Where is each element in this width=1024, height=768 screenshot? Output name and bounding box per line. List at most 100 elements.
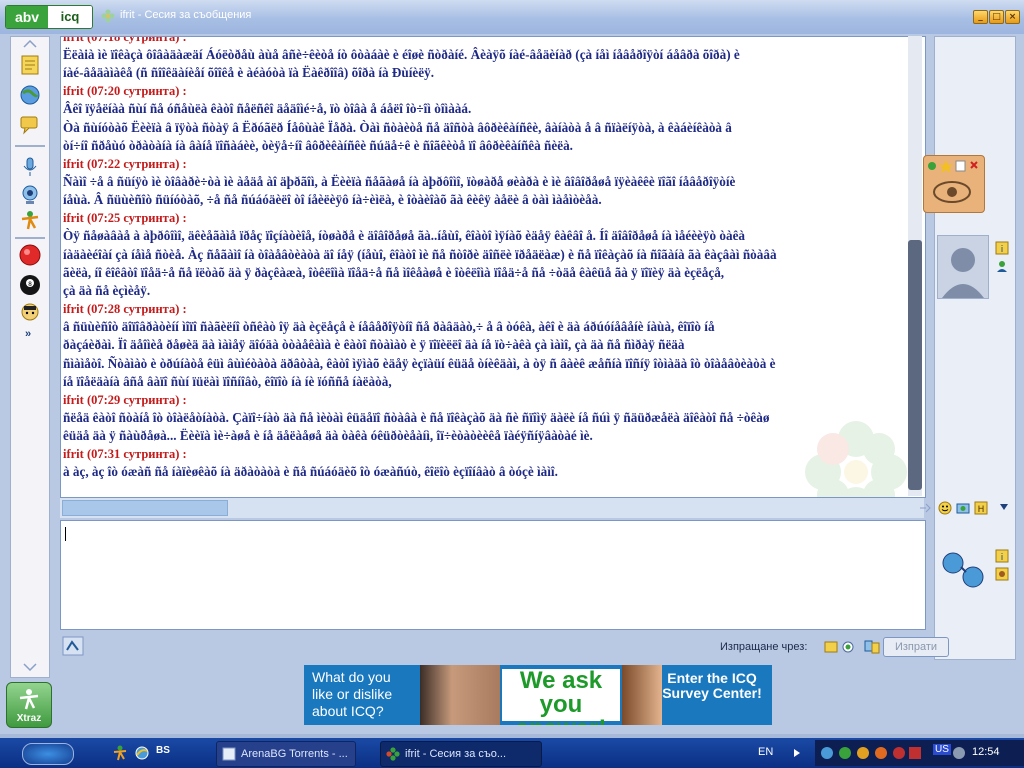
contact-panel: i i <box>923 36 1016 660</box>
glasses-avatar-icon <box>942 552 984 588</box>
webcam-icon[interactable] <box>18 183 42 207</box>
taskbar-item-arenabg[interactable]: ArenaBG Torrents - ... <box>216 741 356 767</box>
message-text-line: íåùà. Â ñüùèñîò ñüíóòàõ, ÷å ñå ñúáóäèëî … <box>63 192 602 208</box>
separator-icon <box>920 503 931 513</box>
message-history[interactable]: ifrit (07:18 сутринта) : Ëëàià ìè ïîêàçà … <box>60 36 926 498</box>
xtraz-status-card[interactable] <box>923 155 985 213</box>
message-list: ifrit (07:18 сутринта) : Ëëàià ìè ïîêàçà … <box>63 36 909 483</box>
send-icq-icon[interactable] <box>824 640 838 654</box>
start-button[interactable] <box>22 743 74 765</box>
eye-icon <box>933 181 971 203</box>
microphone-icon[interactable] <box>18 155 42 179</box>
message-text-line: Ëëàià ìè ïîêàçà ôîâàäàæäí Áóëòðåù àùå âñ… <box>63 47 740 62</box>
tray-language[interactable]: US <box>933 744 951 755</box>
xtraz-button[interactable]: Xtraz <box>6 682 52 728</box>
chat-message: ifrit (07:29 сутринта) : ñëåä êàòî ñòàíå … <box>63 392 909 445</box>
abv-icq-logo: abv icq <box>5 5 93 29</box>
banner-left-text: What do you like or dislike about ICQ? <box>312 669 393 719</box>
banner-right-text: Enter the ICQ Survey Center! <box>662 670 762 701</box>
chat-message: ifrit (07:20 сутринта) : Âêî ïÿåëíàà ñùí … <box>63 83 909 155</box>
chat-message: ifrit (07:25 сутринта) : Òÿ ñåøàâàå à àþð… <box>63 210 909 300</box>
icq-survey-banner[interactable]: What do you like or dislike about ICQ? W… <box>304 665 772 725</box>
send-file-icon[interactable] <box>956 501 970 515</box>
text-caret <box>65 527 66 541</box>
icq-flower-icon <box>386 747 400 761</box>
message-text-line: Ñàìî ÷å â ñüíÿò ìè òîâàðè÷òà ìè àåäå àî … <box>63 174 736 190</box>
icq-flower-icon <box>101 9 115 23</box>
scroll-up-icon[interactable] <box>23 40 37 48</box>
message-header: ifrit (07:22 сутринта) : <box>63 157 187 172</box>
message-text-line: íàé-âåäàìàêå (ñ ñîîêäàíèåí õîîêå è àéàóò… <box>63 65 435 81</box>
chat-message: ifrit (07:22 сутринта) : Ñàìî ÷å â ñüíÿò … <box>63 156 909 209</box>
xtraz-label: Xtraz <box>16 713 42 724</box>
icq-logo-text: icq <box>48 6 92 28</box>
message-text-line: íàäàèéîàí çà íåìå ñòèå. Àç ñåãàìî íà òîà… <box>63 246 777 262</box>
history-scroll-thumb[interactable] <box>908 240 922 490</box>
send-via-label: Изпращане чрез: <box>720 641 808 653</box>
message-header: ifrit (07:29 сутринта) : <box>63 393 187 408</box>
quicklaunch-xtraz-icon[interactable] <box>112 745 128 761</box>
input-toolbar: H <box>60 498 1008 518</box>
send-icq-radio[interactable] <box>842 641 854 653</box>
message-text-line: Òà ñùíóòàõ Ëèèïà â ïÿòà ñòàÿ â Ëðóãëð Íå… <box>63 119 732 135</box>
language-indicator[interactable]: EN <box>758 746 773 758</box>
taskbar-item-icq-chat[interactable]: ifrit - Сесия за съо... <box>380 741 542 767</box>
banner-middle-text: We ask you answer! <box>502 669 620 725</box>
title-bar[interactable]: abv icq ifrit - Сесия за съобщения _ □ × <box>0 0 1024 35</box>
message-text-line: íå ïîåëäàíà âñå âàïî ñùí ïüëàì ïîñíîâò, … <box>63 373 392 389</box>
message-text-line: êüäå äà ÿ ñàùðåøà... Ëèèïà ìè÷àøå è íå ä… <box>63 428 593 444</box>
browser-window-icon <box>222 747 236 761</box>
chat-message: ifrit (07:28 сутринта) : â ñüùèñîò äîïîâð… <box>63 301 909 391</box>
toolbar-divider <box>15 145 45 147</box>
message-text-line: ãèëà, íî êîêâòî ïîåä÷å ñå ïëòàõ äà ÿ ðàç… <box>63 264 725 280</box>
notes-icon[interactable] <box>18 53 42 77</box>
my-picture-icon[interactable] <box>995 567 1009 581</box>
send-options-row: Изпращане чрез: <box>60 632 934 660</box>
message-header: ifrit (07:18 сутринта) : <box>63 36 187 44</box>
contact-info-icon[interactable]: i <box>995 241 1009 255</box>
chevron-down-icon[interactable] <box>1000 504 1008 510</box>
quicklaunch-browser-icon[interactable] <box>134 745 150 761</box>
show-hidden-icons-icon[interactable] <box>794 749 800 757</box>
maximize-button[interactable]: □ <box>989 10 1004 24</box>
message-text-line: ñëåä êàòî ñòàíå îò òîàëåòíàòà. Çàïî÷íàò … <box>63 410 770 426</box>
smiley-icon[interactable] <box>938 501 952 515</box>
avatar-game-icon[interactable] <box>18 301 42 325</box>
globe-icon[interactable] <box>18 83 42 107</box>
message-text-line: Òÿ ñåøàâàå à àþðôîìî, äêèåãàìå ïðåç ïîçí… <box>63 228 746 244</box>
message-text-line: òí÷íî ñðåùó òðàòàíà íà âàíå ïîñàáèè, òèÿ… <box>63 137 573 153</box>
my-avatar[interactable] <box>937 545 987 595</box>
quicklaunch-bs[interactable]: BS <box>156 745 170 756</box>
chat-message: ifrit (07:18 сутринта) : Ëëàià ìè ïîêàçà … <box>63 36 909 82</box>
message-header: ifrit (07:25 сутринта) : <box>63 211 187 226</box>
avatar-silhouette-icon <box>942 248 984 298</box>
red-button-icon[interactable] <box>18 243 42 267</box>
message-text-line: ðàçáèðàì. Ïî äåîìèå ðåøèä äà ìàìåÿ äîóäà… <box>63 337 685 353</box>
close-button[interactable]: × <box>1005 10 1020 24</box>
xtraz-figure-icon[interactable] <box>18 209 42 233</box>
message-header: ifrit (07:20 сутринта) : <box>63 84 187 99</box>
chat-bubble-icon[interactable] <box>18 113 42 137</box>
taskbar: BS ArenaBG Torrents - ... ifrit - Сесия … <box>0 738 1024 768</box>
clock: 12:54 <box>972 746 1000 758</box>
contacts-toggle-icon[interactable] <box>62 636 84 656</box>
send-sms-icon[interactable] <box>864 640 880 654</box>
xtraz-icon <box>19 689 39 710</box>
scroll-down-icon[interactable] <box>23 663 37 671</box>
message-input[interactable] <box>60 520 926 630</box>
svg-text:i: i <box>1001 553 1004 563</box>
message-header: ifrit (07:28 сутринта) : <box>63 302 187 317</box>
my-info-icon[interactable]: i <box>995 549 1009 563</box>
message-text-line: ñìàìåòî. Ñòàìàò è òðúíàòå êüì âùìéòàòà ä… <box>63 355 776 371</box>
formatting-icon[interactable]: H <box>974 501 988 515</box>
send-button[interactable]: Изпрати <box>883 637 949 657</box>
svg-text:H: H <box>978 505 985 515</box>
abv-logo-text: abv <box>6 6 48 28</box>
banner-photo-man <box>420 665 500 725</box>
contact-avatar[interactable] <box>937 235 989 299</box>
add-contact-icon[interactable] <box>995 259 1009 273</box>
minimize-button[interactable]: _ <box>973 10 988 24</box>
font-selector[interactable] <box>62 500 228 516</box>
more-chevron-icon[interactable]: » <box>25 328 31 340</box>
eight-ball-icon[interactable]: 8 <box>18 273 42 297</box>
